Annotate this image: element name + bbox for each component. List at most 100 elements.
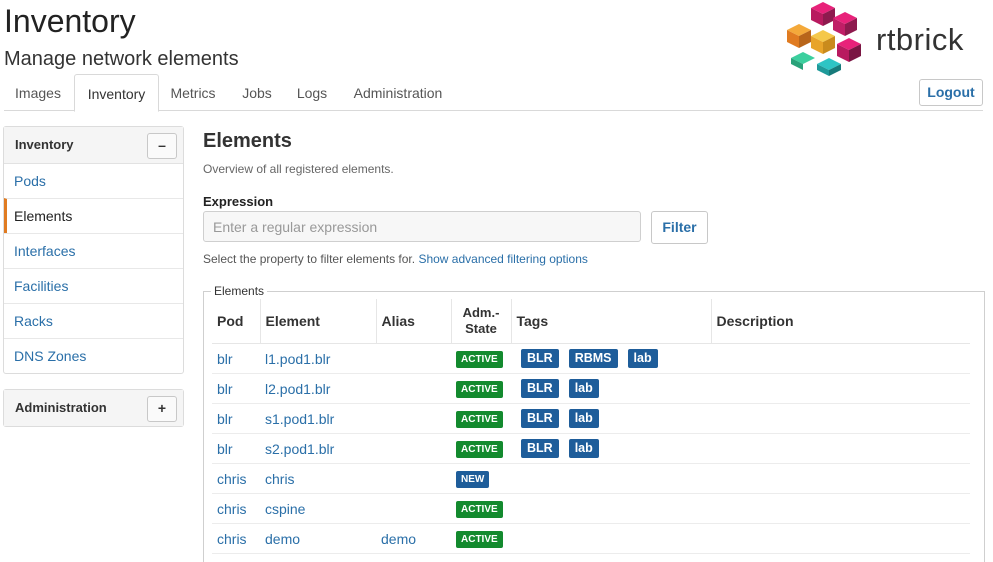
element-link[interactable]: l1.pod1.blr [265, 351, 330, 367]
description-cell [711, 373, 970, 404]
pod-link[interactable]: blr [217, 441, 233, 457]
filter-help-text: Select the property to filter elements f… [203, 252, 416, 266]
sidebar-item-interfaces[interactable]: Interfaces [4, 233, 183, 268]
pod-link[interactable]: chris [217, 501, 247, 517]
element-link[interactable]: chris [265, 471, 295, 487]
status-badge: ACTIVE [456, 351, 503, 368]
tag-badge[interactable]: BLR [521, 379, 559, 398]
sidebar-item-dns-zones[interactable]: DNS Zones [4, 338, 183, 373]
filter-help: Select the property to filter elements f… [203, 252, 588, 266]
tags-cell: BLR lab [511, 403, 711, 434]
administration-panel-header: Administration + [4, 390, 183, 426]
element-cell: l2.pod1.blr [260, 373, 376, 404]
tab-jobs[interactable]: Jobs [230, 74, 284, 110]
sidebar-item-elements[interactable]: Elements [4, 198, 183, 233]
state-cell: ACTIVE [451, 403, 511, 434]
sidebar-item-label: Interfaces [14, 243, 76, 259]
table-row: blr s2.pod1.blr ACTIVE BLR lab [212, 433, 970, 464]
alias-link[interactable]: demo [381, 531, 416, 547]
tag-badge[interactable]: lab [568, 379, 599, 398]
page-subtitle: Manage network elements [4, 48, 239, 70]
column-header-adm-state-line1: Adm.- [462, 305, 500, 320]
sidebar-item-racks[interactable]: Racks [4, 303, 183, 338]
sidebar-item-facilities[interactable]: Facilities [4, 268, 183, 303]
sidebar-item-label: DNS Zones [14, 348, 87, 364]
tab-images[interactable]: Images [4, 74, 72, 110]
state-cell: NEW [451, 463, 511, 494]
column-header-element[interactable]: Element [260, 299, 377, 344]
element-cell: s1.pod1.blr [260, 403, 376, 434]
tab-inventory[interactable]: Inventory [74, 74, 159, 112]
alias-cell [376, 373, 451, 404]
tags-cell [511, 463, 711, 494]
tag-badge[interactable]: BLR [521, 349, 559, 368]
alias-cell [376, 463, 451, 494]
element-cell: cspine [260, 493, 376, 524]
advanced-filter-link[interactable]: Show advanced filtering options [418, 252, 587, 266]
description-cell [711, 523, 970, 554]
status-badge: ACTIVE [456, 381, 503, 398]
alias-cell [376, 433, 451, 464]
table-row: blr l1.pod1.blr ACTIVE BLR RBMS lab [212, 343, 970, 374]
tag-badge[interactable]: lab [627, 349, 658, 368]
filter-button[interactable]: Filter [651, 211, 708, 244]
element-link[interactable]: demo [265, 531, 300, 547]
description-cell [711, 463, 970, 494]
status-badge: ACTIVE [456, 441, 503, 458]
element-link[interactable]: s2.pod1.blr [265, 441, 334, 457]
expression-input[interactable] [203, 211, 641, 242]
status-badge: ACTIVE [456, 531, 503, 548]
column-header-description[interactable]: Description [711, 299, 970, 344]
tags-cell [511, 493, 711, 524]
alias-cell [376, 493, 451, 524]
column-header-adm-state[interactable]: Adm.- State [451, 299, 512, 344]
tag-badge[interactable]: RBMS [568, 349, 618, 368]
administration-panel: Administration + [3, 389, 184, 427]
state-cell: ACTIVE [451, 493, 511, 524]
pod-link[interactable]: blr [217, 381, 233, 397]
element-link[interactable]: cspine [265, 501, 305, 517]
tag-badge[interactable]: BLR [521, 439, 559, 458]
status-badge: NEW [456, 471, 490, 488]
column-header-tags[interactable]: Tags [511, 299, 712, 344]
administration-panel-title: Administration [15, 400, 107, 415]
section-title: Elements [203, 130, 292, 152]
pod-link[interactable]: blr [217, 351, 233, 367]
status-badge: ACTIVE [456, 501, 503, 518]
tag-badge[interactable]: lab [568, 439, 599, 458]
pod-cell: blr [212, 433, 260, 464]
brand-name: rtbrick [876, 22, 964, 57]
tags-cell: BLR lab [511, 373, 711, 404]
table-row: blr s1.pod1.blr ACTIVE BLR lab [212, 403, 970, 434]
element-link[interactable]: s1.pod1.blr [265, 411, 334, 427]
tag-badge[interactable]: lab [568, 409, 599, 428]
pod-link[interactable]: blr [217, 411, 233, 427]
elements-legend: Elements [211, 284, 268, 298]
pod-cell: chris [212, 463, 260, 494]
tab-metrics[interactable]: Metrics [159, 74, 227, 110]
element-cell: l1.pod1.blr [260, 343, 376, 374]
sidebar-item-label: Pods [14, 173, 46, 189]
sidebar-item-label: Racks [14, 313, 53, 329]
tab-administration[interactable]: Administration [342, 74, 454, 110]
inventory-panel: Inventory – Pods Elements Interfaces Fac… [3, 126, 184, 374]
tag-badge[interactable]: BLR [521, 409, 559, 428]
state-cell: ACTIVE [451, 373, 511, 404]
tags-cell: BLR lab [511, 433, 711, 464]
expand-button[interactable]: + [147, 396, 177, 422]
alias-cell [376, 403, 451, 434]
pod-link[interactable]: chris [217, 531, 247, 547]
tags-cell [511, 523, 711, 554]
column-header-alias[interactable]: Alias [376, 299, 452, 344]
tab-logs[interactable]: Logs [287, 74, 337, 110]
sidebar-item-pods[interactable]: Pods [4, 164, 183, 198]
pod-link[interactable]: chris [217, 471, 247, 487]
elements-table: Pod Element Alias Adm.- State Tags Descr… [212, 299, 970, 554]
page-title: Inventory [4, 3, 136, 39]
description-cell [711, 343, 970, 374]
collapse-button[interactable]: – [147, 133, 177, 159]
tags-cell: BLR RBMS lab [511, 343, 711, 374]
column-header-pod[interactable]: Pod [212, 299, 261, 344]
element-link[interactable]: l2.pod1.blr [265, 381, 330, 397]
pod-cell: blr [212, 343, 260, 374]
